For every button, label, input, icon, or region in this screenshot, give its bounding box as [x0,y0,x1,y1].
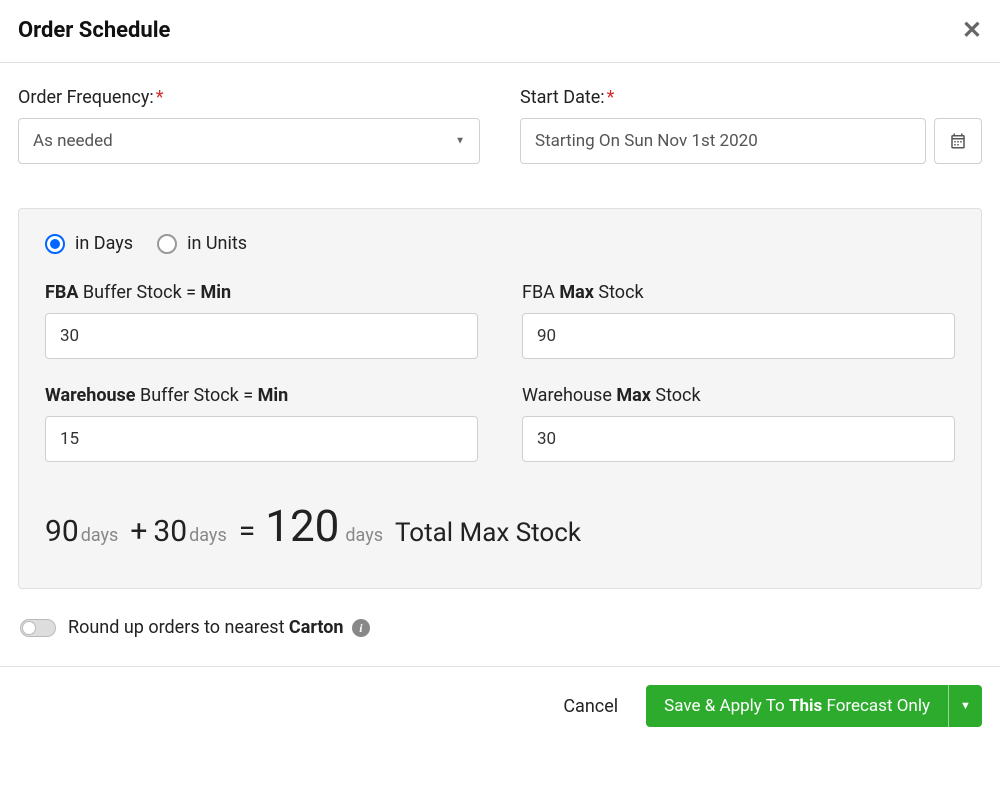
start-date-label: Start Date:* [520,87,982,108]
warehouse-min-input[interactable] [45,416,478,462]
dialog-title: Order Schedule [18,18,170,43]
start-date-input[interactable]: Starting On Sun Nov 1st 2020 [520,118,926,164]
radio-in-days[interactable]: in Days [45,233,133,254]
stock-settings-panel: in Days in Units FBA Buffer Stock = Min … [18,208,982,589]
order-frequency-label: Order Frequency:* [18,87,480,108]
round-up-toggle[interactable] [20,619,56,637]
info-icon[interactable]: i [352,619,370,637]
radio-in-units[interactable]: in Units [157,233,247,254]
close-icon[interactable]: ✕ [962,16,982,44]
calendar-icon [949,132,967,150]
round-up-label: Round up orders to nearest Carton i [68,617,370,638]
chevron-down-icon: ▼ [455,136,465,147]
cancel-button[interactable]: Cancel [563,696,618,717]
order-frequency-select[interactable]: As needed ▼ [18,118,480,164]
warehouse-min-label: Warehouse Buffer Stock = Min [45,385,478,406]
fba-max-label: FBA Max Stock [522,282,955,303]
fba-max-input[interactable] [522,313,955,359]
save-dropdown-button[interactable]: ▼ [948,685,982,727]
total-max-stock-summary: 90 days + 30 days = 120 days Total Max S… [45,500,955,552]
calendar-button[interactable] [934,118,982,164]
warehouse-max-input[interactable] [522,416,955,462]
fba-min-input[interactable] [45,313,478,359]
save-apply-button[interactable]: Save & Apply To This Forecast Only [646,685,948,727]
fba-min-label: FBA Buffer Stock = Min [45,282,478,303]
warehouse-max-label: Warehouse Max Stock [522,385,955,406]
chevron-down-icon: ▼ [960,700,971,712]
